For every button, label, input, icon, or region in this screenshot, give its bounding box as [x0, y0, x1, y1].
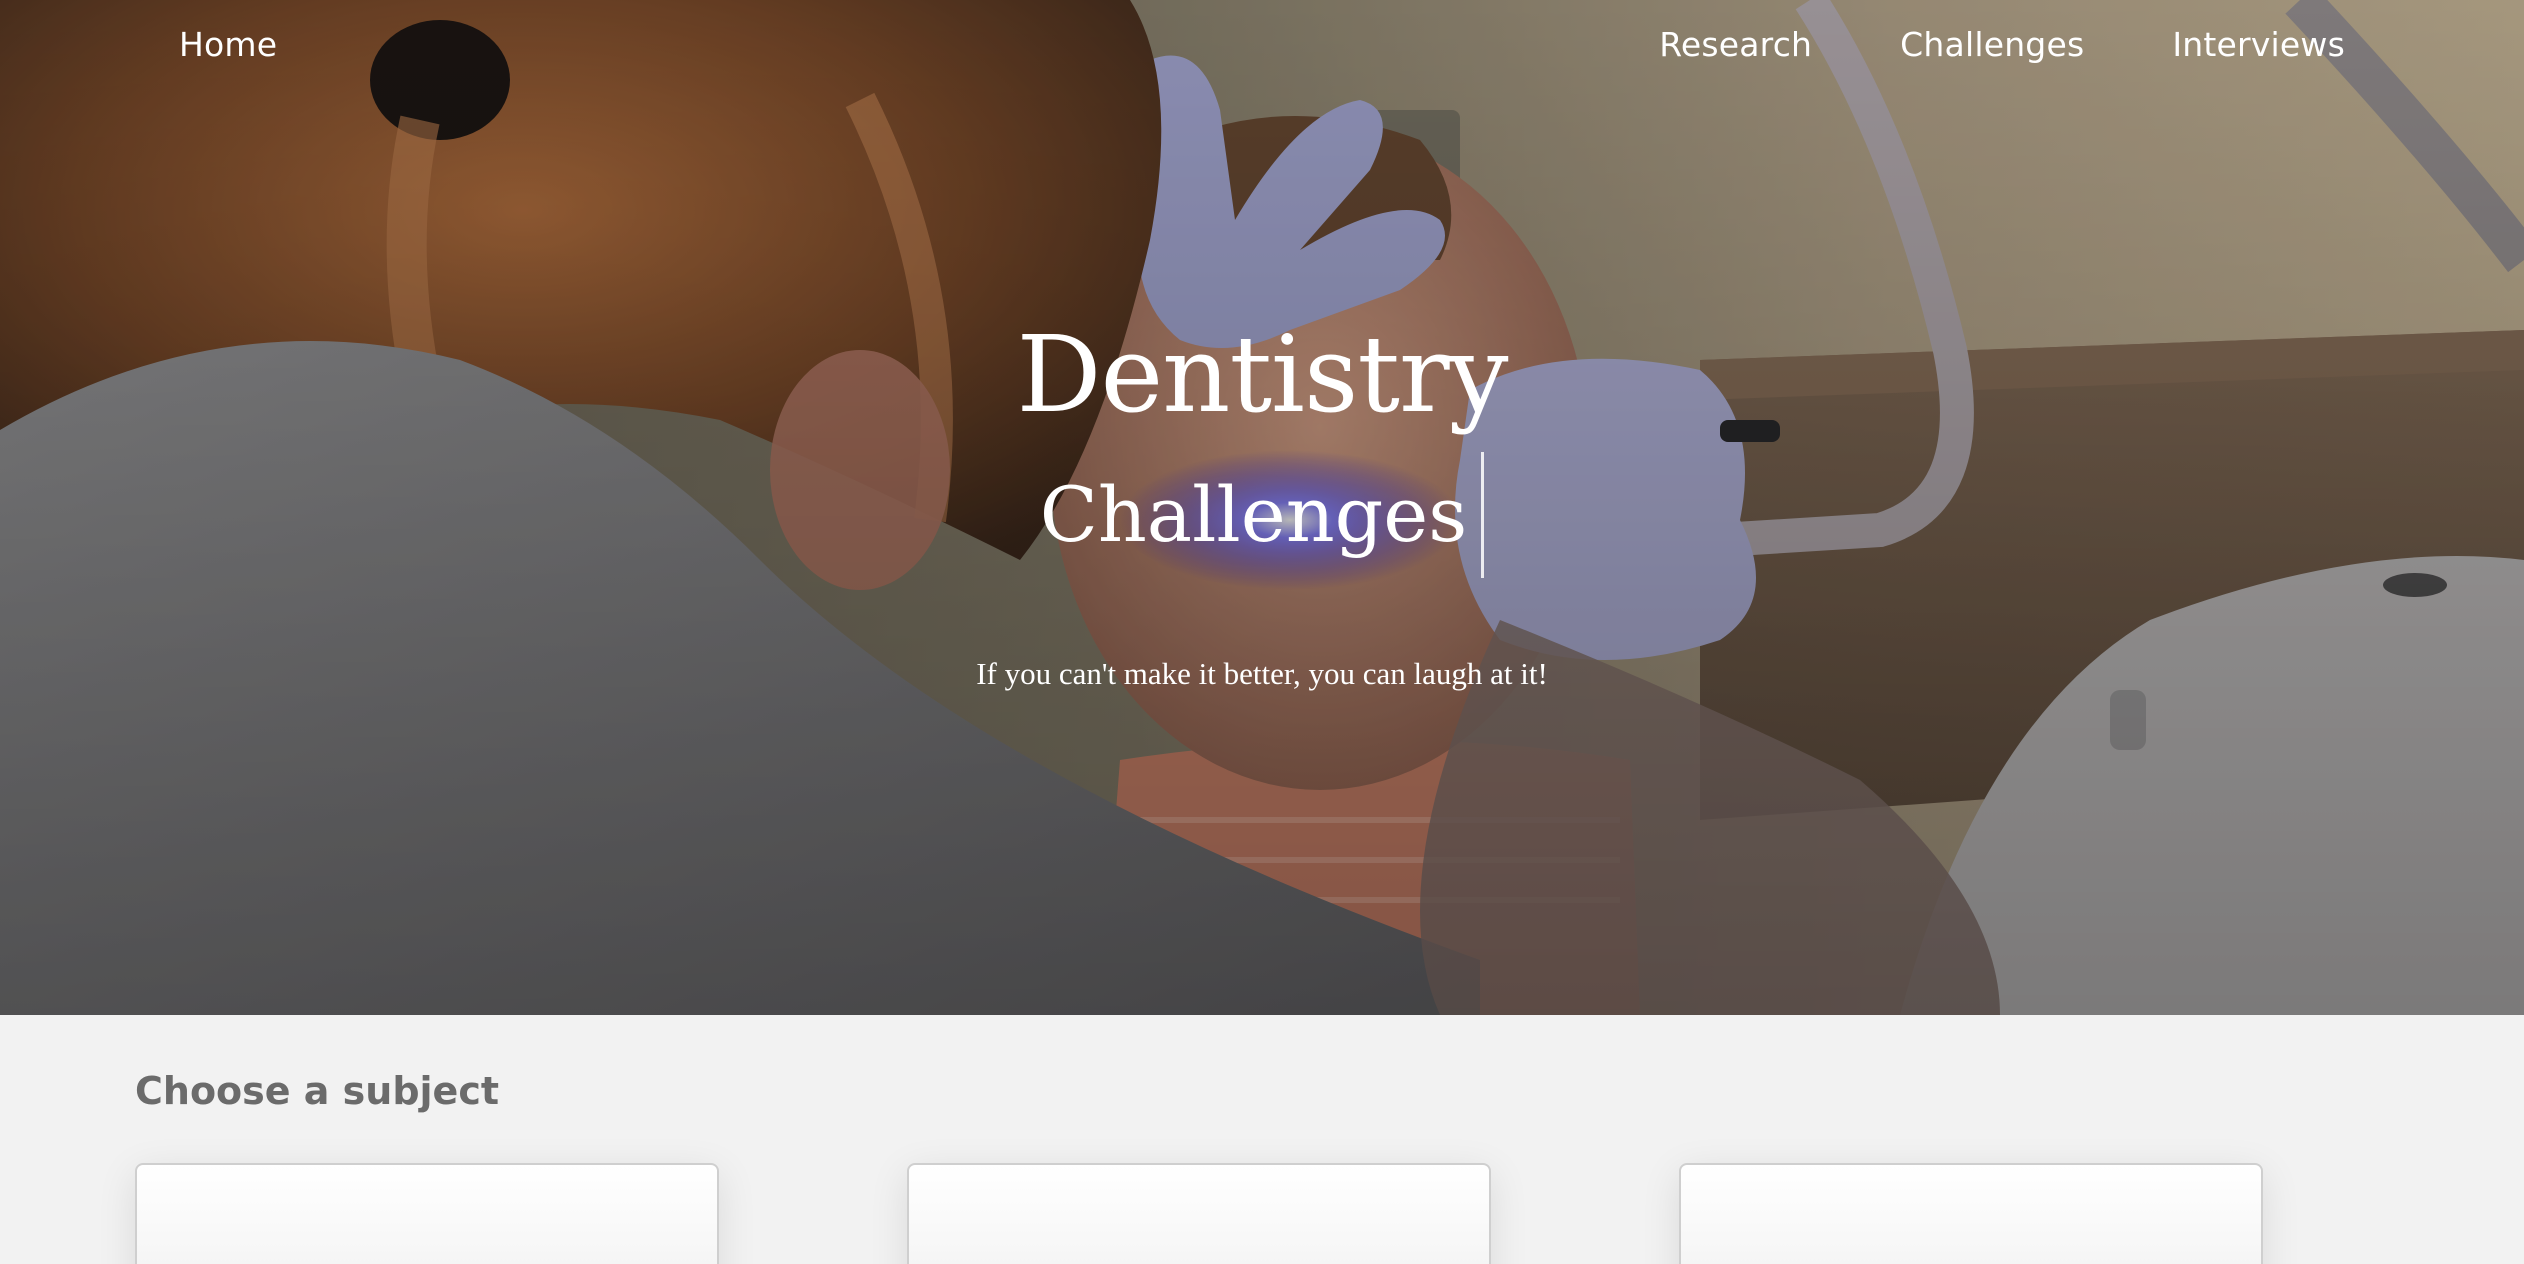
subject-section: Choose a subject	[0, 1015, 2524, 1264]
page: Home Research Challenges Interviews Dent…	[0, 0, 2524, 1264]
hero-title: Dentistry	[1016, 313, 1508, 436]
hero-tagline: If you can't make it better, you can lau…	[976, 656, 1548, 691]
nav-right-links: Research Challenges Interviews	[1659, 22, 2345, 68]
nav-home-link[interactable]: Home	[179, 22, 277, 68]
nav-challenges-link[interactable]: Challenges	[1900, 22, 2084, 68]
hero-subtitle-container: Challenges	[0, 452, 2524, 578]
hero-banner: Home Research Challenges Interviews Dent…	[0, 0, 2524, 1015]
section-heading: Choose a subject	[135, 1069, 500, 1113]
subject-card[interactable]	[1679, 1163, 2263, 1264]
subject-card[interactable]	[907, 1163, 1491, 1264]
nav-research-link[interactable]: Research	[1659, 22, 1812, 68]
hero-typed-subtitle: Challenges	[1040, 452, 1485, 578]
subject-card[interactable]	[135, 1163, 719, 1264]
nav-interviews-link[interactable]: Interviews	[2172, 22, 2345, 68]
